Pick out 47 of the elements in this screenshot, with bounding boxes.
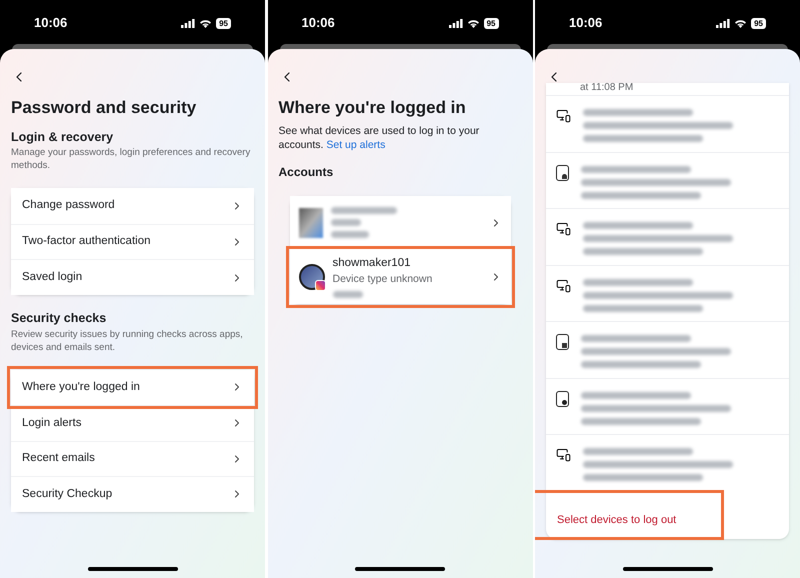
phone-icon — [556, 390, 569, 406]
settings-row[interactable]: Security Checkup — [11, 476, 254, 512]
blurred-text — [332, 291, 362, 298]
section-description: Review security issues by running checks across apps, devices and emails sent. — [11, 328, 244, 354]
signal-icon — [181, 18, 196, 28]
section-description: Manage your passwords, login preferences and recovery methods. — [11, 146, 252, 172]
wifi-icon — [466, 18, 480, 28]
page-title: Where you're logged in — [278, 97, 467, 119]
page-description: See what devices are used to log in to your accounts. Set up alerts — [278, 124, 480, 152]
account-name: showmaker101 — [332, 256, 412, 271]
phone-icon — [556, 164, 569, 180]
battery-level: 95 — [484, 18, 498, 28]
blurred-text — [330, 219, 360, 226]
status-time: 10:06 — [302, 14, 335, 32]
settings-row[interactable]: Change password — [11, 188, 254, 224]
laptop-phone-icon — [556, 221, 571, 236]
section-heading: Security checks — [11, 310, 108, 327]
status-time: 10:06 — [569, 14, 602, 32]
set-up-alerts-link[interactable]: Set up alerts — [326, 138, 386, 150]
wifi-icon — [199, 18, 212, 28]
account-row[interactable]: showmaker101 Device type unknown — [290, 250, 510, 304]
battery-level: 95 — [216, 18, 231, 28]
laptop-phone-icon — [556, 447, 571, 462]
select-devices-button[interactable]: Select devices to log out — [535, 490, 724, 540]
phone-icon — [556, 334, 569, 350]
laptop-phone-icon — [556, 278, 571, 292]
settings-row[interactable]: Where you're logged in — [11, 370, 254, 405]
battery-level: 95 — [751, 18, 766, 28]
blurred-text — [330, 207, 396, 214]
login-time: at 11:08 PM — [579, 83, 634, 95]
blurred-text — [330, 231, 368, 238]
section-heading: Accounts — [278, 164, 334, 180]
wifi-icon — [734, 18, 748, 28]
status-time: 10:06 — [34, 14, 68, 32]
signal-icon — [448, 18, 463, 28]
settings-row[interactable]: Login alerts — [11, 405, 254, 440]
page-title: Password and security — [11, 97, 198, 119]
laptop-phone-icon — [556, 108, 571, 123]
settings-row[interactable]: Recent emails — [11, 440, 254, 476]
avatar-with-badge — [298, 264, 324, 290]
account-row[interactable] — [290, 196, 510, 250]
blurred-avatar — [298, 208, 322, 238]
settings-row[interactable]: Saved login — [11, 259, 254, 295]
account-detail: Device type unknown — [332, 272, 434, 288]
section-heading: Login & recovery — [11, 128, 114, 146]
signal-icon — [716, 18, 730, 28]
settings-row[interactable]: Two-factor authentication — [11, 224, 254, 260]
